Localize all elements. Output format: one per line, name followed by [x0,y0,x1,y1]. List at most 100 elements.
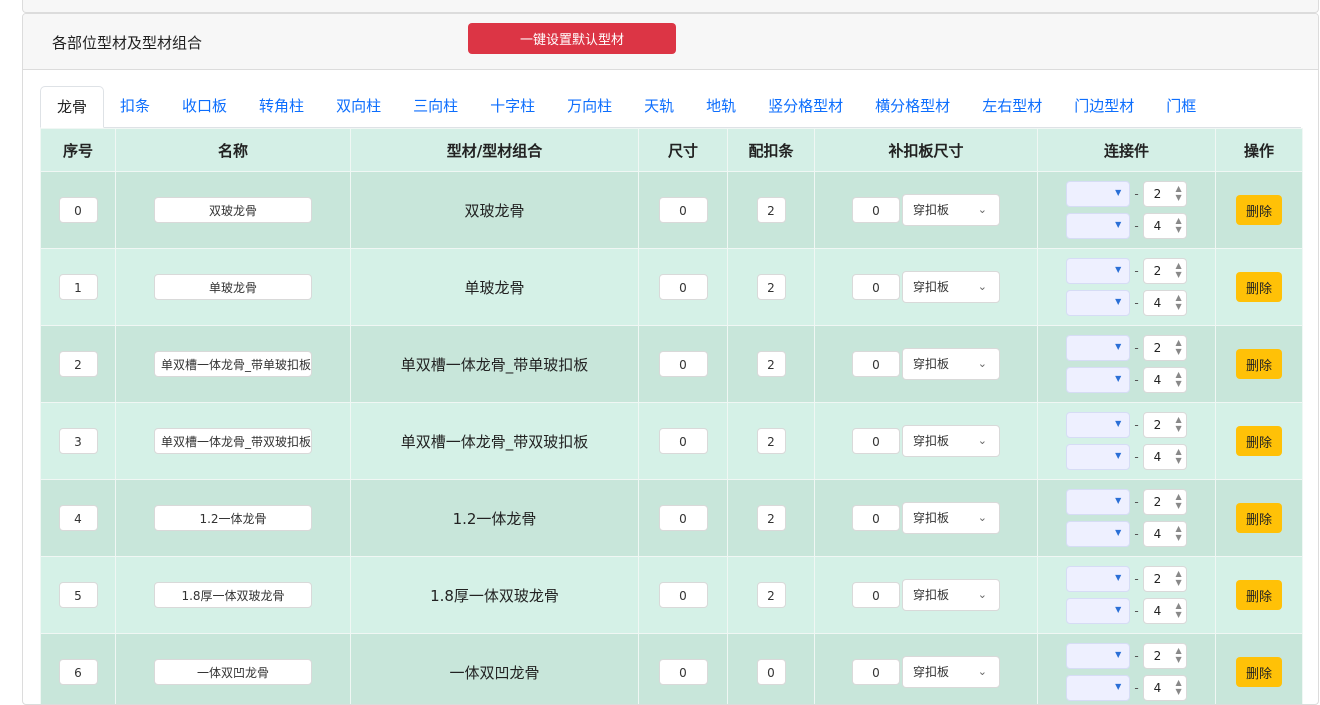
delete-button[interactable]: 删除 [1236,503,1282,533]
connector-select[interactable]: ▼ [1066,444,1130,470]
connector-count-input[interactable]: 4▲▼ [1143,367,1187,393]
name-input[interactable]: 单玻龙骨 [154,274,312,300]
connector-select[interactable]: ▼ [1066,213,1130,239]
connector-select[interactable]: ▼ [1066,489,1130,515]
delete-button[interactable]: 删除 [1236,426,1282,456]
connector-select[interactable]: ▼ [1066,335,1130,361]
strip-count-input[interactable]: 2 [757,505,786,531]
patch-type-select[interactable]: 穿扣板⌄ [902,656,1000,688]
connector-select[interactable]: ▼ [1066,521,1130,547]
spinner-arrows-icon[interactable]: ▲▼ [1176,569,1182,587]
name-input[interactable]: 1.2一体龙骨 [154,505,312,531]
name-input[interactable]: 双玻龙骨 [154,197,312,223]
connector-select[interactable]: ▼ [1066,675,1130,701]
spinner-arrows-icon[interactable]: ▲▼ [1176,370,1182,388]
patch-size-input[interactable]: 0 [852,274,900,300]
tab-2[interactable]: 收口板 [166,86,243,127]
connector-select[interactable]: ▼ [1066,367,1130,393]
connector-select[interactable]: ▼ [1066,598,1130,624]
size-input[interactable]: 0 [659,428,708,454]
patch-size-input[interactable]: 0 [852,428,900,454]
patch-size-input[interactable]: 0 [852,197,900,223]
connector-count-input[interactable]: 4▲▼ [1143,598,1187,624]
index-input[interactable]: 2 [59,351,98,377]
delete-button[interactable]: 删除 [1236,195,1282,225]
connector-count-input[interactable]: 2▲▼ [1143,643,1187,669]
patch-type-select[interactable]: 穿扣板⌄ [902,348,1000,380]
strip-count-input[interactable]: 2 [757,428,786,454]
size-input[interactable]: 0 [659,351,708,377]
index-input[interactable]: 6 [59,659,98,685]
tab-1[interactable]: 扣条 [104,86,166,127]
tab-6[interactable]: 十字柱 [474,86,551,127]
spinner-arrows-icon[interactable]: ▲▼ [1176,293,1182,311]
tab-9[interactable]: 地轨 [690,86,752,127]
connector-count-input[interactable]: 2▲▼ [1143,335,1187,361]
strip-count-input[interactable]: 2 [757,351,786,377]
tab-5[interactable]: 三向柱 [397,86,474,127]
patch-size-input[interactable]: 0 [852,505,900,531]
tab-3[interactable]: 转角柱 [243,86,320,127]
connector-count-input[interactable]: 4▲▼ [1143,213,1187,239]
delete-button[interactable]: 删除 [1236,349,1282,379]
spinner-arrows-icon[interactable]: ▲▼ [1176,338,1182,356]
name-input[interactable]: 1.8厚一体双玻龙骨 [154,582,312,608]
tab-14[interactable]: 门框 [1150,86,1212,127]
connector-count-input[interactable]: 2▲▼ [1143,489,1187,515]
tab-7[interactable]: 万向柱 [551,86,628,127]
connector-count-input[interactable]: 4▲▼ [1143,290,1187,316]
connector-count-input[interactable]: 4▲▼ [1143,521,1187,547]
size-input[interactable]: 0 [659,505,708,531]
patch-size-input[interactable]: 0 [852,351,900,377]
patch-type-select[interactable]: 穿扣板⌄ [902,579,1000,611]
patch-type-select[interactable]: 穿扣板⌄ [902,271,1000,303]
tab-13[interactable]: 门边型材 [1058,86,1150,127]
index-input[interactable]: 5 [59,582,98,608]
delete-button[interactable]: 删除 [1236,272,1282,302]
delete-button[interactable]: 删除 [1236,580,1282,610]
name-input[interactable]: 单双槽一体龙骨_带双玻扣板 [154,428,312,454]
connector-select[interactable]: ▼ [1066,181,1130,207]
tab-11[interactable]: 横分格型材 [859,86,966,127]
tab-10[interactable]: 竖分格型材 [752,86,859,127]
index-input[interactable]: 3 [59,428,98,454]
name-input[interactable]: 单双槽一体龙骨_带单玻扣板 [154,351,312,377]
tab-12[interactable]: 左右型材 [966,86,1058,127]
index-input[interactable]: 4 [59,505,98,531]
spinner-arrows-icon[interactable]: ▲▼ [1176,261,1182,279]
spinner-arrows-icon[interactable]: ▲▼ [1176,601,1182,619]
spinner-arrows-icon[interactable]: ▲▼ [1176,524,1182,542]
spinner-arrows-icon[interactable]: ▲▼ [1176,447,1182,465]
spinner-arrows-icon[interactable]: ▲▼ [1176,184,1182,202]
connector-select[interactable]: ▼ [1066,643,1130,669]
patch-type-select[interactable]: 穿扣板⌄ [902,194,1000,226]
delete-button[interactable]: 删除 [1236,657,1282,687]
size-input[interactable]: 0 [659,197,708,223]
connector-select[interactable]: ▼ [1066,566,1130,592]
connector-count-input[interactable]: 4▲▼ [1143,444,1187,470]
patch-type-select[interactable]: 穿扣板⌄ [902,502,1000,534]
connector-count-input[interactable]: 2▲▼ [1143,412,1187,438]
connector-count-input[interactable]: 2▲▼ [1143,181,1187,207]
size-input[interactable]: 0 [659,274,708,300]
tab-0[interactable]: 龙骨 [40,86,104,128]
patch-type-select[interactable]: 穿扣板⌄ [902,425,1000,457]
strip-count-input[interactable]: 2 [757,197,786,223]
spinner-arrows-icon[interactable]: ▲▼ [1176,216,1182,234]
connector-count-input[interactable]: 4▲▼ [1143,675,1187,701]
connector-count-input[interactable]: 2▲▼ [1143,566,1187,592]
tab-4[interactable]: 双向柱 [320,86,397,127]
set-default-profiles-button[interactable]: 一键设置默认型材 [468,23,676,54]
spinner-arrows-icon[interactable]: ▲▼ [1176,646,1182,664]
spinner-arrows-icon[interactable]: ▲▼ [1176,678,1182,696]
size-input[interactable]: 0 [659,659,708,685]
spinner-arrows-icon[interactable]: ▲▼ [1176,415,1182,433]
connector-select[interactable]: ▼ [1066,412,1130,438]
connector-select[interactable]: ▼ [1066,290,1130,316]
size-input[interactable]: 0 [659,582,708,608]
patch-size-input[interactable]: 0 [852,582,900,608]
patch-size-input[interactable]: 0 [852,659,900,685]
strip-count-input[interactable]: 0 [757,659,786,685]
strip-count-input[interactable]: 2 [757,274,786,300]
index-input[interactable]: 0 [59,197,98,223]
